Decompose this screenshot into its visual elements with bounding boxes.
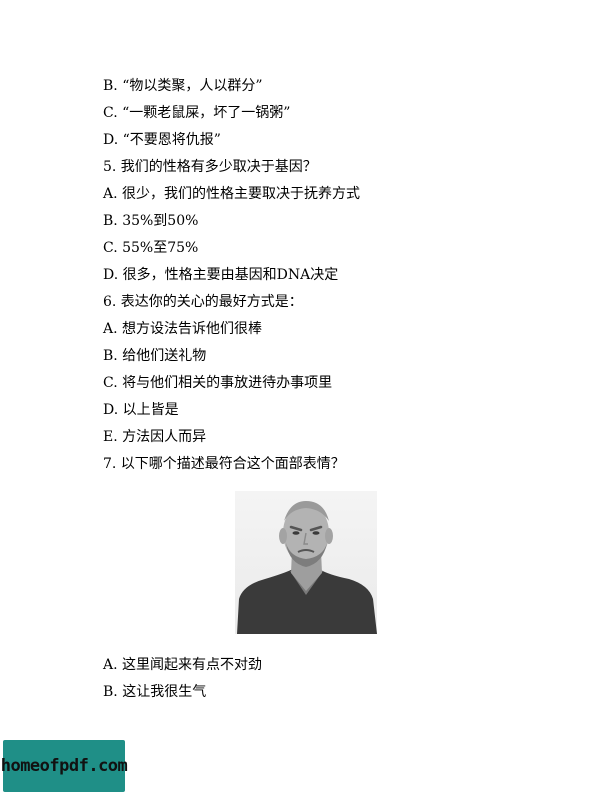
facial-expression-photo — [235, 491, 377, 634]
logo-text: homeofpdf.com — [0, 756, 128, 776]
q6-option-a: A. 想方设法告诉他们很棒 — [103, 321, 263, 337]
q6-option-e: E. 方法因人而异 — [103, 429, 207, 445]
man-portrait-image — [237, 501, 377, 634]
q7-option-b: B. 这让我很生气 — [103, 684, 207, 700]
q7-option-a: A. 这里闻起来有点不对劲 — [103, 657, 263, 673]
watermark-logo: homeofpdf.com — [0, 740, 128, 792]
q6-option-b: B. 给他们送礼物 — [103, 348, 207, 364]
question-6: 6. 表达你的关心的最好方式是： — [103, 294, 303, 310]
option-c-line: C. “一颗老鼠屎，坏了一锅粥” — [103, 105, 291, 121]
question-5: 5. 我们的性格有多少取决于基因？ — [103, 159, 317, 175]
q6-option-d: D. 以上皆是 — [103, 402, 179, 418]
option-d-line: D. “不要恩将仇报” — [103, 132, 221, 148]
option-b-line: B. “物以类聚，人以群分” — [103, 78, 263, 94]
q5-option-a: A. 很少，我们的性格主要取决于抚养方式 — [103, 186, 361, 202]
question-7: 7. 以下哪个描述最符合这个面部表情？ — [103, 456, 345, 472]
q5-option-b: B. 35%到50% — [103, 213, 199, 229]
q6-option-c: C. 将与他们相关的事放进待办事项里 — [103, 375, 333, 391]
q5-option-c: C. 55%至75% — [103, 240, 199, 256]
q5-option-d: D. 很多，性格主要由基因和DNA决定 — [103, 267, 339, 283]
